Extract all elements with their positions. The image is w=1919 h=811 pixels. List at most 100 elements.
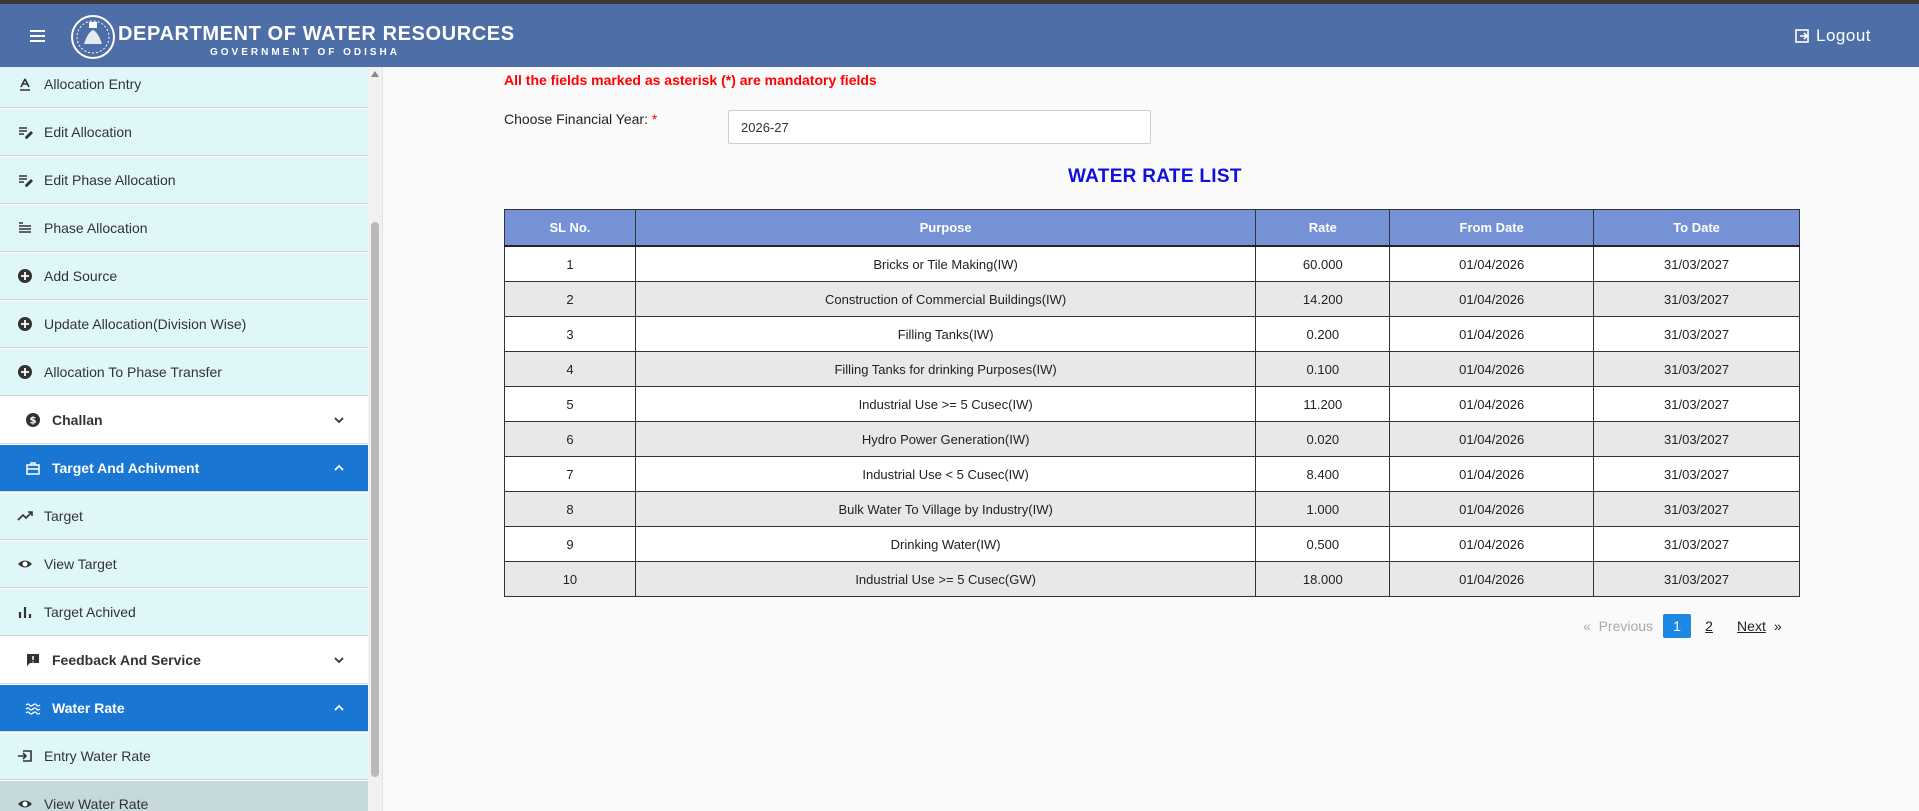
cell-sl-no: 2 [504, 281, 636, 317]
cell-from-date: 01/04/2026 [1389, 281, 1595, 317]
sidebar-item-allocation-to-phase-transfer[interactable]: Allocation To Phase Transfer [0, 349, 368, 396]
sidebar-item-label: Allocation To Phase Transfer [44, 364, 222, 380]
sidebar-item-label: View Water Rate [44, 796, 149, 811]
trending-up-icon [16, 507, 34, 525]
table-row: 1 Bricks or Tile Making(IW) 60.000 01/04/20… [504, 245, 1800, 282]
financial-year-label: Choose Financial Year: * [504, 111, 657, 127]
edit-note-icon [16, 123, 34, 141]
text-align-icon [16, 75, 34, 93]
cell-purpose: Industrial Use >= 5 Cusec(IW) [634, 386, 1257, 422]
cell-rate: 18.000 [1255, 561, 1391, 597]
cell-rate: 1.000 [1255, 491, 1391, 527]
sidebar-scrollbar[interactable] [368, 67, 382, 811]
svg-text:$: $ [30, 416, 37, 427]
login-icon [16, 747, 34, 765]
list-icon [16, 219, 34, 237]
cell-to-date: 31/03/2027 [1593, 526, 1800, 562]
table-row: 2 Construction of Commercial Buildings(IW… [504, 281, 1800, 317]
logout-button[interactable]: Logout [1794, 26, 1871, 46]
logout-label: Logout [1816, 26, 1871, 45]
sidebar-group-challan[interactable]: $ Challan [0, 397, 368, 444]
cell-rate: 0.020 [1255, 421, 1391, 457]
cell-sl-no: 7 [504, 456, 636, 492]
cell-purpose: Industrial Use >= 5 Cusec(GW) [634, 561, 1257, 597]
sidebar-group-feedback[interactable]: Feedback And Service [0, 637, 368, 684]
sidebar-item-target[interactable]: Target [0, 493, 368, 540]
table-row: 3 Filling Tanks(IW) 0.200 01/04/2026 31/03/2… [504, 316, 1800, 352]
cell-purpose: Construction of Commercial Buildings(IW) [634, 281, 1257, 317]
sidebar-item-phase-allocation[interactable]: Phase Allocation [0, 205, 368, 252]
cell-rate: 0.100 [1255, 351, 1391, 387]
sidebar-item-allocation-entry[interactable]: Allocation Entry [0, 67, 368, 108]
scroll-up-arrow-icon[interactable] [371, 71, 379, 77]
cell-to-date: 31/03/2027 [1593, 351, 1800, 387]
cell-rate: 8.400 [1255, 456, 1391, 492]
sidebar-group-label: Water Rate [52, 700, 125, 716]
add-circle-icon [16, 315, 34, 333]
sidebar-item-label: Add Source [44, 268, 118, 284]
sidebar-item-entry-water-rate[interactable]: Entry Water Rate [0, 733, 368, 780]
table-row: 10 Industrial Use >= 5 Cusec(GW) 18.000 01/… [504, 561, 1800, 597]
page-button-2[interactable]: 2 [1695, 614, 1723, 638]
cell-sl-no: 8 [504, 491, 636, 527]
next-page-button[interactable]: Next [1737, 618, 1766, 634]
scrollbar-thumb[interactable] [371, 222, 379, 777]
previous-label: Previous [1598, 618, 1654, 634]
sidebar-group-label: Feedback And Service [52, 652, 201, 668]
column-header-sl-no[interactable]: SL No. [504, 209, 636, 247]
eye-icon [16, 555, 34, 573]
cell-sl-no: 4 [504, 351, 636, 387]
sidebar-item-edit-phase-allocation[interactable]: Edit Phase Allocation [0, 157, 368, 204]
app-subtitle: GOVERNMENT OF ODISHA [210, 47, 401, 58]
cell-from-date: 01/04/2026 [1389, 316, 1595, 352]
sidebar-item-edit-allocation[interactable]: Edit Allocation [0, 109, 368, 156]
menu-toggle-icon[interactable] [30, 30, 45, 42]
sidebar-item-add-source[interactable]: Add Source [0, 253, 368, 300]
column-header-purpose[interactable]: Purpose [634, 209, 1257, 247]
chevron-down-icon [334, 657, 344, 664]
cell-sl-no: 3 [504, 316, 636, 352]
column-header-from-date[interactable]: From Date [1389, 209, 1595, 247]
column-header-to-date[interactable]: To Date [1593, 209, 1800, 247]
raquo-icon: » [1773, 618, 1782, 634]
table-row: 6 Hydro Power Generation(IW) 0.020 01/04/20… [504, 421, 1800, 457]
water-rate-table: SL No. Purpose Rate From Date To Date 1B… [504, 209, 1800, 597]
table-row: 8 Bulk Water To Village by Industry(IW) 1.… [504, 491, 1800, 527]
financial-year-select[interactable]: 2026-27 [728, 110, 1151, 144]
table-header-row: SL No. Purpose Rate From Date To Date [504, 209, 1800, 247]
sidebar-item-view-water-rate[interactable]: View Water Rate [0, 781, 368, 811]
table-row: 5 Industrial Use >= 5 Cusec(IW) 11.200 01/0… [504, 386, 1800, 422]
page-button-1[interactable]: 1 [1663, 614, 1692, 638]
cell-to-date: 31/03/2027 [1593, 386, 1800, 422]
water-rate-list-title: WATER RATE LIST [1068, 166, 1242, 187]
cell-rate: 11.200 [1255, 386, 1391, 422]
divider [382, 67, 383, 811]
cell-from-date: 01/04/2026 [1389, 351, 1595, 387]
eye-icon [16, 795, 34, 811]
cell-sl-no: 10 [504, 561, 636, 597]
chevron-up-icon [334, 464, 344, 471]
sidebar-group-label: Target And Achivment [52, 460, 200, 476]
sidebar-item-view-target[interactable]: View Target [0, 541, 368, 588]
sidebar-item-label: Phase Allocation [44, 220, 148, 236]
sidebar-item-label: Edit Allocation [44, 124, 132, 140]
sidebar-item-target-achived[interactable]: Target Achived [0, 589, 368, 636]
table-row: 9 Drinking Water(IW) 0.500 01/04/2026 31/03/… [504, 526, 1800, 562]
app-title: DEPARTMENT OF WATER RESOURCES [118, 23, 515, 45]
sidebar-item-update-allocation[interactable]: Update Allocation(Division Wise) [0, 301, 368, 348]
odisha-emblem-icon [71, 15, 115, 59]
column-header-rate[interactable]: Rate [1255, 209, 1391, 247]
dollar-circle-icon: $ [24, 411, 42, 429]
previous-page-button[interactable]: « Previous [1583, 618, 1653, 634]
edit-note-icon [16, 171, 34, 189]
cell-rate: 0.500 [1255, 526, 1391, 562]
laquo-icon: « [1583, 618, 1591, 634]
cell-rate: 60.000 [1255, 245, 1391, 282]
cell-purpose: Industrial Use < 5 Cusec(IW) [634, 456, 1257, 492]
app-header: DEPARTMENT OF WATER RESOURCES GOVERNMENT… [0, 4, 1919, 67]
sidebar-group-water-rate[interactable]: Water Rate [0, 685, 368, 732]
chevron-down-icon [334, 417, 344, 424]
cell-sl-no: 6 [504, 421, 636, 457]
sidebar-group-target[interactable]: Target And Achivment [0, 445, 368, 492]
sidebar: Allocation Entry Edit Allocation Edit Ph… [0, 67, 368, 811]
